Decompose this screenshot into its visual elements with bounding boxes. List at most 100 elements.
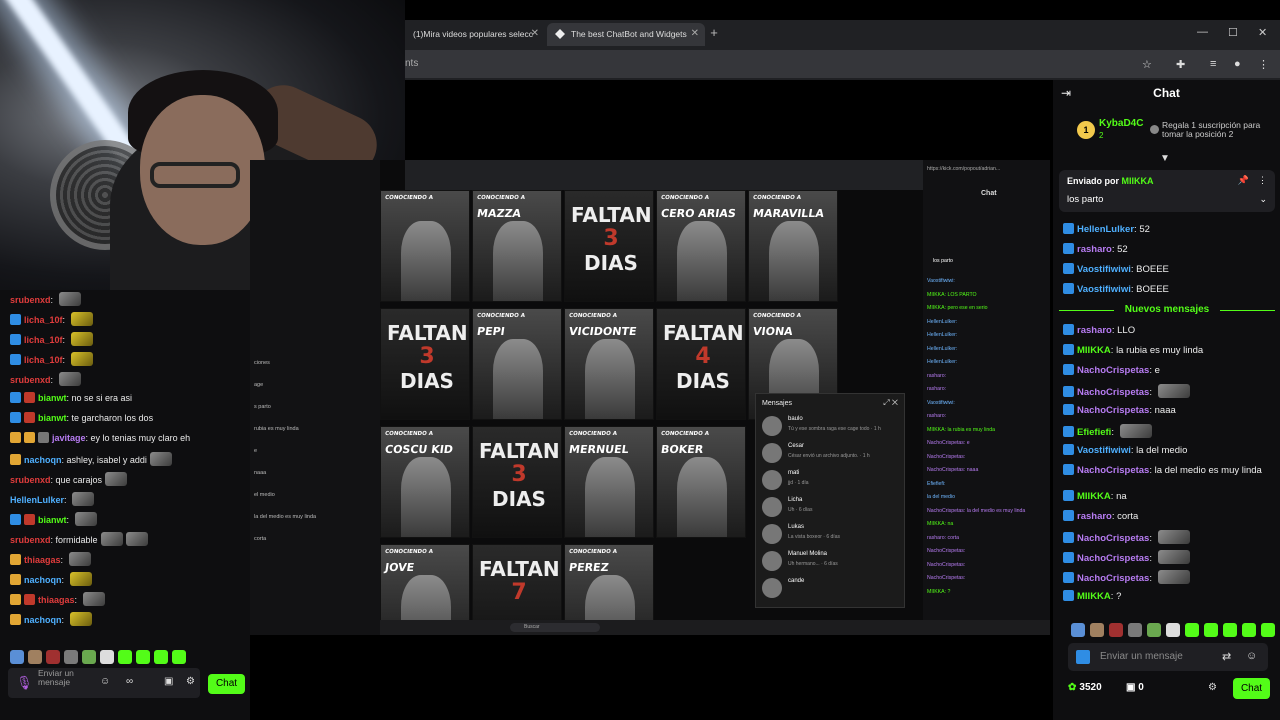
chat-username[interactable]: srubenxd	[10, 475, 51, 485]
chat-username[interactable]: bianwt	[38, 515, 67, 525]
chat-username[interactable]: nachoqn	[24, 455, 62, 465]
pin-icon[interactable]: 📌	[1238, 175, 1249, 186]
chat-username[interactable]: MIIKKA	[1077, 345, 1111, 356]
emote-icon[interactable]: ☺	[1246, 650, 1257, 662]
emote-icon[interactable]	[1071, 623, 1085, 637]
emote-icon[interactable]	[154, 650, 168, 664]
tab-youtube[interactable]: (1)Mira videos populares selecc ✕	[405, 23, 545, 46]
chevron-down-icon[interactable]: ⌄	[1259, 194, 1267, 205]
poster-card[interactable]: FALTAN 3 DIAS	[564, 190, 654, 302]
right-chat-send-button[interactable]: Chat	[1233, 678, 1270, 699]
extensions-icon[interactable]: ✚	[1176, 58, 1185, 71]
emote-icon[interactable]	[1204, 623, 1218, 637]
new-tab-button[interactable]: +	[705, 25, 723, 40]
chat-username[interactable]: MIIKKA	[1077, 591, 1111, 602]
poster-card[interactable]: CONOCIENDO A CERO ARIAS	[656, 190, 746, 302]
microphone-icon[interactable]: 🎙	[16, 675, 33, 691]
chat-username[interactable]: NachoCrispetas	[1077, 533, 1149, 544]
chat-username[interactable]: Vaostifiwiwi	[1077, 445, 1131, 456]
emote-icon[interactable]	[64, 650, 78, 664]
emote-icon[interactable]	[46, 650, 60, 664]
chat-username[interactable]: srubenxd	[10, 535, 51, 545]
poster-card[interactable]: FALTAN 3 DIAS	[380, 308, 470, 420]
star-icon[interactable]: ☆	[1142, 58, 1152, 71]
message-thread[interactable]: Cesar César envió un archivo adjunto. · 1…	[762, 441, 900, 469]
chat-username[interactable]: licha_10f	[24, 335, 63, 345]
emote-icon[interactable]	[1109, 623, 1123, 637]
more-icon[interactable]: ⋮	[1258, 175, 1267, 186]
poster-card[interactable]: CONOCIENDO A	[380, 190, 470, 302]
poster-card[interactable]: CONOCIENDO A MARAVILLA	[748, 190, 838, 302]
translate-icon[interactable]: ⇄	[1222, 650, 1231, 663]
chat-username[interactable]: HellenLulker	[10, 495, 64, 505]
chat-username[interactable]: srubenxd	[10, 375, 51, 385]
poster-card[interactable]: CONOCIENDO A PEPI	[472, 308, 562, 420]
close-window-icon[interactable]: ✕	[1258, 26, 1267, 39]
emote-icon[interactable]	[118, 650, 132, 664]
close-icon[interactable]: ✕	[531, 28, 539, 39]
chat-username[interactable]: bianwt	[38, 413, 67, 423]
menu-icon[interactable]: ⋮	[1258, 58, 1269, 71]
maximize-icon[interactable]: ☐	[1228, 26, 1238, 39]
emote-icon[interactable]	[10, 650, 24, 664]
poster-card[interactable]: FALTAN 4 DIAS	[656, 308, 746, 420]
emote-icon[interactable]	[1185, 623, 1199, 637]
poster-card[interactable]: CONOCIENDO A BOKER	[656, 426, 746, 538]
chat-username[interactable]: rasharo	[1077, 325, 1112, 336]
channel-points[interactable]: ✿ 3520	[1068, 682, 1102, 693]
emote-icon[interactable]	[100, 650, 114, 664]
poster-card[interactable]: CONOCIENDO A COSCU KID	[380, 426, 470, 538]
chat-username[interactable]: javitage	[52, 433, 86, 443]
emote-icon[interactable]	[1166, 623, 1180, 637]
emote-icon[interactable]	[1128, 623, 1142, 637]
gift-icon[interactable]: ▣	[164, 676, 173, 687]
chat-username[interactable]: licha_10f	[24, 355, 63, 365]
emote-icon[interactable]	[172, 650, 186, 664]
emote-icon[interactable]	[28, 650, 42, 664]
chat-username[interactable]: HellenLulker	[1077, 224, 1134, 235]
chat-username[interactable]: rasharo	[1077, 511, 1112, 522]
chat-username[interactable]: NachoCrispetas	[1077, 553, 1149, 564]
emote-icon[interactable]: ☺	[100, 676, 110, 687]
message-thread[interactable]: mati jjd · 1 día	[762, 468, 900, 496]
gear-icon[interactable]: ⚙	[1208, 682, 1217, 693]
chat-username[interactable]: NachoCrispetas	[1077, 573, 1149, 584]
chat-username[interactable]: NachoCrispetas	[1077, 365, 1149, 376]
top-gifter-name[interactable]: KybaD4C	[1099, 118, 1143, 129]
link-icon[interactable]: ∞	[126, 676, 133, 687]
taskbar-search[interactable]: Buscar	[510, 623, 600, 632]
emote-icon[interactable]	[1147, 623, 1161, 637]
message-thread[interactable]: baulo Tú y ese sombra raga ese cage todo …	[762, 414, 900, 442]
chat-username[interactable]: NachoCrispetas	[1077, 387, 1149, 398]
emote-icon[interactable]	[1242, 623, 1256, 637]
emote-icon[interactable]	[82, 650, 96, 664]
gift-prompt[interactable]: Regala 1 suscripción para tomar la posic…	[1162, 121, 1272, 139]
poster-card[interactable]: FALTAN 3 DIAS	[472, 426, 562, 538]
emote-icon[interactable]	[1261, 623, 1275, 637]
chat-username[interactable]: Vaostifiwiwi	[1077, 284, 1131, 295]
profile-avatar-icon[interactable]: ●	[1234, 58, 1241, 70]
poster-card[interactable]: CONOCIENDO A MERNUEL	[564, 426, 654, 538]
chat-username[interactable]: thiaagas	[24, 555, 61, 565]
tab-chatbot[interactable]: The best ChatBot and Widgets ✕	[547, 23, 705, 46]
left-chat-send-button[interactable]: Chat	[208, 674, 245, 694]
chat-username[interactable]: thiaagas	[38, 595, 75, 605]
gear-icon[interactable]: ⚙	[186, 676, 195, 687]
chat-username[interactable]: rasharo	[1077, 244, 1112, 255]
emote-icon[interactable]	[136, 650, 150, 664]
pinned-message[interactable]: Enviado por MIIKKA 📌 ⋮ los parto ⌄	[1059, 170, 1275, 212]
message-thread[interactable]: Licha Uh · 6 días	[762, 495, 900, 523]
chat-username[interactable]: licha_10f	[24, 315, 63, 325]
chat-username[interactable]: NachoCrispetas	[1077, 405, 1149, 416]
chat-username[interactable]: MIIKKA	[1077, 491, 1111, 502]
emote-icon[interactable]	[1223, 623, 1237, 637]
sub-count[interactable]: ▣ 0	[1126, 682, 1144, 693]
close-icon[interactable]: ⤢ ✕	[883, 398, 898, 408]
message-thread[interactable]: cande	[762, 576, 900, 604]
poster-card[interactable]: CONOCIENDO A VICIDONTE	[564, 308, 654, 420]
chat-username[interactable]: Efiefiefi	[1077, 427, 1111, 438]
filter-icon[interactable]: ▼	[1160, 153, 1170, 164]
poster-card[interactable]: CONOCIENDO A MAZZA	[472, 190, 562, 302]
message-thread[interactable]: Manuel Molina Uh hermano... · 6 días	[762, 549, 900, 577]
close-icon[interactable]: ✕	[691, 28, 699, 39]
